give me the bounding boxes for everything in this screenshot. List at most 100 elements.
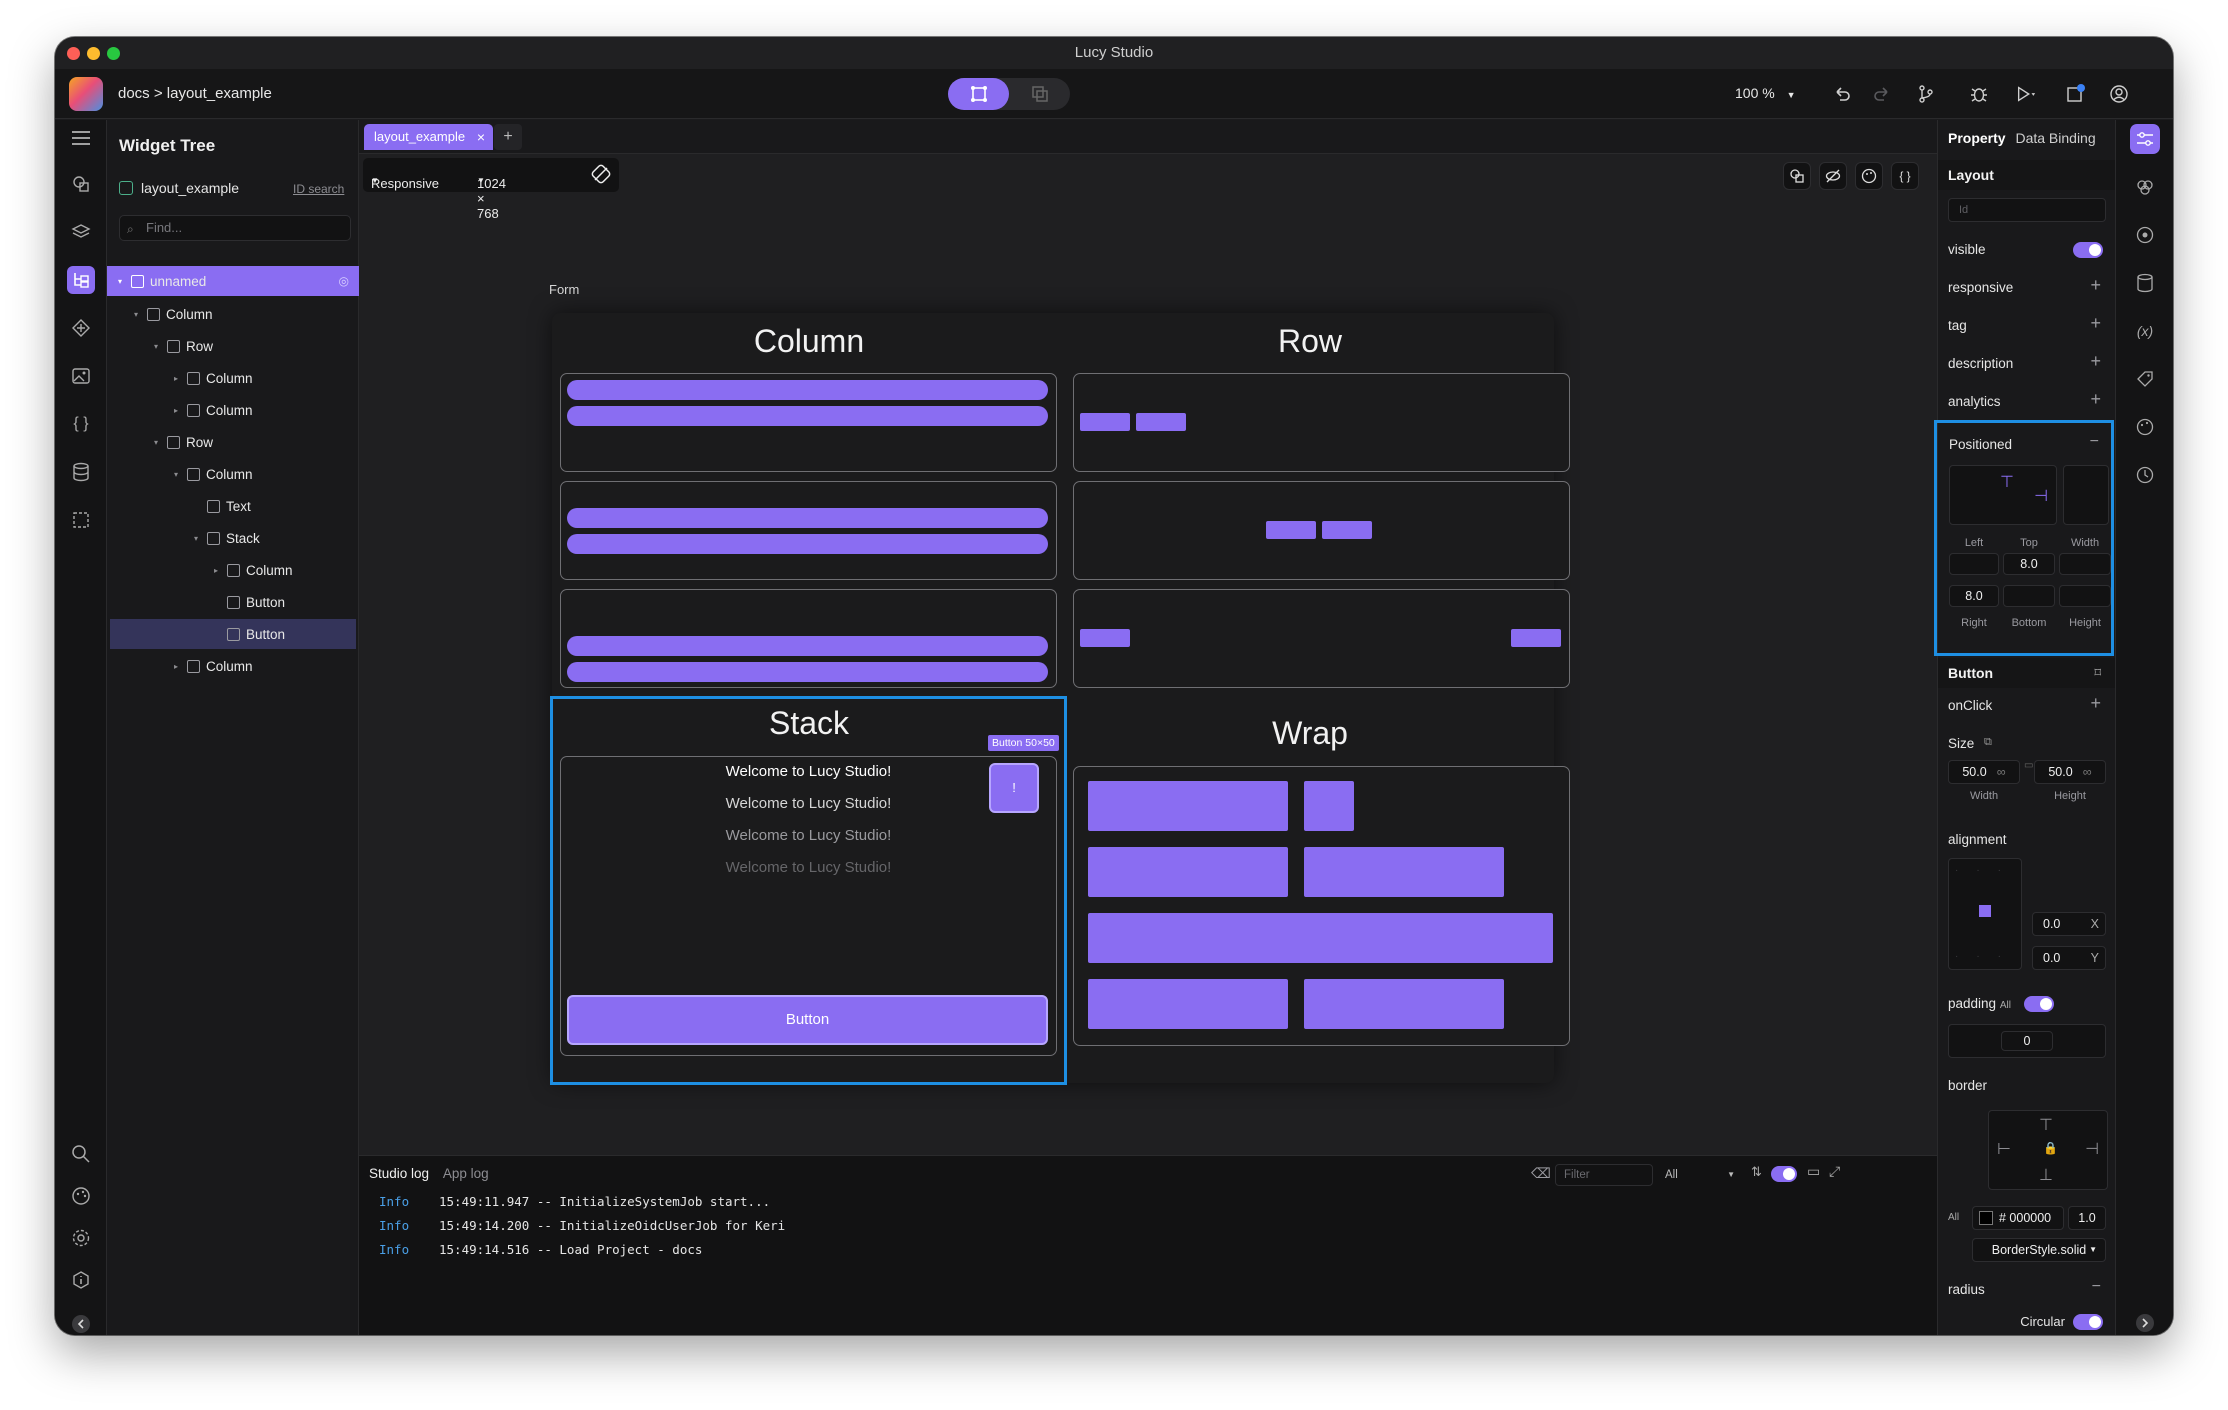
row-panel[interactable]: [1073, 589, 1570, 688]
tab-property[interactable]: Property: [1948, 130, 2006, 146]
add-onclick-icon[interactable]: +: [2090, 693, 2101, 714]
grid-icon[interactable]: [67, 506, 95, 534]
tab-studio-log[interactable]: Studio log: [369, 1166, 429, 1181]
link-icon[interactable]: ▭: [2024, 760, 2033, 771]
chevron-down-icon[interactable]: ▾: [151, 438, 161, 447]
menu-icon[interactable]: [67, 124, 95, 152]
height-field[interactable]: [2059, 585, 2111, 607]
project-root[interactable]: layout_example: [119, 180, 239, 196]
border-style-select[interactable]: BorderStyle.solid ▼: [1972, 1238, 2106, 1262]
alignment-grid[interactable]: ··· ···: [1948, 858, 2022, 970]
tree-node[interactable]: ▸ Column: [211, 555, 293, 585]
widget-tree-icon[interactable]: [67, 266, 95, 294]
image-icon[interactable]: [67, 362, 95, 390]
row-panel[interactable]: [1073, 373, 1570, 472]
eye-off-icon[interactable]: [1819, 162, 1847, 190]
sort-icon[interactable]: ⇅: [1751, 1164, 1762, 1180]
width-field[interactable]: [2059, 553, 2111, 575]
zoom-select[interactable]: 100 % ▼: [1735, 85, 1796, 101]
maximize-window-button[interactable]: [107, 47, 120, 60]
remove-positioned-icon[interactable]: −: [2090, 433, 2099, 451]
bottom-field[interactable]: [2003, 585, 2055, 607]
border-bottom-icon[interactable]: ⊥: [2039, 1165, 2053, 1185]
column-bar[interactable]: [567, 534, 1048, 554]
info-icon[interactable]: [67, 1266, 95, 1294]
log-filter-input[interactable]: Filter: [1555, 1164, 1653, 1186]
layers-icon[interactable]: [67, 218, 95, 246]
mode-switch[interactable]: [948, 78, 1070, 110]
rotate-icon[interactable]: [591, 164, 611, 187]
eraser-icon[interactable]: ⌫: [1531, 1165, 1551, 1182]
palette-icon[interactable]: [67, 1182, 95, 1210]
right-field[interactable]: 8.0: [1949, 585, 1999, 607]
add-description-icon[interactable]: +: [2090, 351, 2101, 372]
row-box[interactable]: [1322, 521, 1372, 539]
color-swatch[interactable]: [1979, 1211, 1993, 1225]
wrap-box[interactable]: [1088, 913, 1553, 963]
tab-layout-example[interactable]: layout_example ×: [364, 124, 494, 150]
tab-app-log[interactable]: App log: [443, 1166, 489, 1181]
row-box[interactable]: [1511, 629, 1561, 647]
column-panel[interactable]: [560, 373, 1057, 472]
chevron-right-icon[interactable]: ▸: [171, 374, 181, 383]
add-analytics-icon[interactable]: +: [2090, 389, 2101, 410]
tree-node[interactable]: ▾ Column: [131, 299, 213, 329]
tree-node-unnamed[interactable]: ▾ unnamed ◎: [107, 266, 359, 296]
chevron-down-icon[interactable]: ▾: [171, 470, 181, 479]
search-icon[interactable]: [67, 1140, 95, 1168]
size-height-field[interactable]: 50.0 ∞: [2034, 760, 2106, 784]
copy-icon[interactable]: ⧉: [1984, 736, 1992, 749]
branch-icon[interactable]: [1915, 83, 1937, 105]
row-box[interactable]: [1080, 629, 1130, 647]
tree-node[interactable]: ▾ Column: [171, 459, 253, 489]
add-responsive-icon[interactable]: +: [2090, 275, 2101, 296]
run-icon[interactable]: [2015, 83, 2037, 105]
alignment-y-field[interactable]: 0.0 Y: [2032, 946, 2106, 970]
left-field[interactable]: [1949, 553, 1999, 575]
tree-node[interactable]: Text: [191, 491, 251, 521]
visible-toggle[interactable]: [2073, 242, 2103, 258]
wrap-box[interactable]: [1088, 781, 1288, 831]
padding-field[interactable]: 0: [2001, 1031, 2053, 1051]
log-level-select[interactable]: All ▼: [1665, 1165, 1741, 1185]
collapse-right-icon[interactable]: [2130, 1308, 2160, 1335]
border-width-field[interactable]: 1.0: [2068, 1206, 2106, 1230]
palette-icon[interactable]: [2130, 412, 2160, 442]
chevron-down-icon[interactable]: ▾: [115, 277, 125, 286]
tree-node[interactable]: ▸ Column: [171, 363, 253, 393]
chevron-right-icon[interactable]: ▸: [171, 662, 181, 671]
wrap-box[interactable]: [1304, 979, 1504, 1029]
database-icon[interactable]: [2130, 268, 2160, 298]
close-window-button[interactable]: [67, 47, 80, 60]
tree-node[interactable]: ▸ Column: [171, 651, 253, 681]
tree-node[interactable]: ▸ Column: [171, 395, 253, 425]
wrap-box[interactable]: [1304, 781, 1354, 831]
alignment-x-field[interactable]: 0.0 X: [2032, 912, 2106, 936]
chevron-down-icon[interactable]: ▾: [191, 534, 201, 543]
size-preview[interactable]: [2063, 465, 2109, 525]
column-bar[interactable]: [567, 508, 1048, 528]
add-tag-icon[interactable]: +: [2090, 313, 2101, 334]
tree-node-selected[interactable]: Button: [110, 619, 356, 649]
wrap-panel[interactable]: [1073, 766, 1570, 1046]
shapes-icon[interactable]: [1783, 162, 1811, 190]
variable-icon[interactable]: (x): [2130, 316, 2160, 346]
wrap-box[interactable]: [1088, 847, 1288, 897]
top-field[interactable]: 8.0: [2003, 553, 2055, 575]
row-panel[interactable]: [1073, 481, 1570, 580]
expand-icon[interactable]: ⤢: [1829, 1163, 1840, 1180]
border-top-icon[interactable]: ⊤: [2039, 1115, 2053, 1135]
column-bar[interactable]: [567, 662, 1048, 682]
account-icon[interactable]: [2108, 83, 2130, 105]
redo-icon[interactable]: [1871, 83, 1893, 105]
notifications-icon[interactable]: [2065, 83, 2087, 105]
lock-icon[interactable]: 🔒: [2043, 1141, 2058, 1155]
size-width-field[interactable]: 50.0 ∞: [1948, 760, 2020, 784]
padding-all-toggle[interactable]: [2024, 996, 2054, 1012]
history-icon[interactable]: [2130, 460, 2160, 490]
chevron-right-icon[interactable]: ▸: [171, 406, 181, 415]
add-tab-button[interactable]: +: [494, 124, 522, 150]
infinity-icon[interactable]: ∞: [1997, 765, 2006, 779]
palette-icon[interactable]: [1855, 162, 1883, 190]
row-box[interactable]: [1266, 521, 1316, 539]
